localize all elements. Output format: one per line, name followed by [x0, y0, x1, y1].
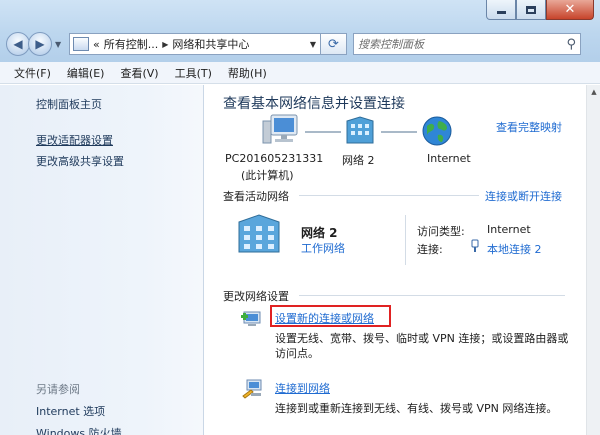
address-dropdown-icon[interactable]: ▼ — [310, 40, 316, 49]
control-panel-home-link[interactable]: 控制面板主页 — [36, 96, 102, 112]
access-type-value: Internet — [487, 223, 531, 236]
see-also-heading: 另请参阅 — [36, 383, 80, 396]
view-full-map-link[interactable]: 查看完整映射 — [496, 119, 562, 135]
refresh-button[interactable]: ⟳ — [321, 33, 347, 55]
control-panel-icon — [73, 37, 89, 51]
arrow-right-icon: ▶ — [35, 37, 45, 51]
breadcrumb-separator-icon[interactable]: ▶ — [162, 40, 168, 49]
connection-line — [305, 131, 341, 133]
globe-icon — [422, 116, 452, 146]
forward-button[interactable]: ▶ — [28, 32, 52, 56]
recent-pages-dropdown[interactable]: ▼ — [55, 40, 65, 49]
address-bar[interactable]: « 所有控制... ▶ 网络和共享中心 ▼ — [69, 33, 321, 55]
minimize-icon — [496, 11, 506, 14]
setup-new-connection-desc: 设置无线、宽带、拨号、临时或 VPN 连接；或设置路由器或访问点。 — [275, 332, 569, 360]
vertical-divider — [405, 215, 406, 265]
search-input[interactable] — [358, 37, 567, 51]
connect-to-network-link[interactable]: 连接到网络 — [275, 380, 330, 396]
connect-network-icon — [242, 379, 262, 399]
network-type-link[interactable]: 工作网络 — [301, 240, 345, 256]
connection-label: 连接: — [417, 243, 443, 256]
node-internet-name: Internet — [427, 152, 471, 165]
menu-bar: 文件(F) 编辑(E) 查看(V) 工具(T) 帮助(H) — [0, 62, 600, 84]
node-computer-sub: (此计算机) — [241, 169, 294, 182]
minimize-button[interactable] — [486, 0, 516, 20]
menu-help[interactable]: 帮助(H) — [228, 65, 267, 81]
ethernet-icon — [471, 239, 479, 252]
menu-edit[interactable]: 编辑(E) — [67, 65, 105, 81]
menu-tools[interactable]: 工具(T) — [175, 65, 212, 81]
node-network-name: 网络 2 — [342, 154, 375, 167]
breadcrumb-control-panel[interactable]: 所有控制... — [104, 36, 159, 52]
back-button[interactable]: ◀ — [6, 32, 30, 56]
caption-buttons: ✕ — [486, 0, 594, 20]
setup-new-connection-link[interactable]: 设置新的连接或网络 — [275, 310, 374, 326]
section-divider — [299, 195, 479, 196]
active-networks-label: 查看活动网络 — [223, 190, 289, 203]
breadcrumb-overflow[interactable]: « — [93, 38, 100, 51]
new-connection-icon — [241, 311, 261, 326]
windows-firewall-link[interactable]: Windows 防火墙 — [36, 425, 122, 435]
main-content: 查看基本网络信息并设置连接 查看完整映射 PC201605231331 (此计算… — [205, 85, 586, 435]
section-divider — [299, 295, 565, 296]
refresh-icon: ⟳ — [328, 36, 339, 52]
menu-view[interactable]: 查看(V) — [120, 65, 158, 81]
page-title: 查看基本网络信息并设置连接 — [223, 96, 405, 112]
window-titlebar: ✕ ◀ ▶ ▼ « 所有控制... ▶ 网络和共享中心 ▼ ⟳ ⚲ — [0, 0, 600, 62]
scroll-up-icon[interactable]: ▲ — [587, 85, 600, 99]
close-button[interactable]: ✕ — [546, 0, 594, 20]
change-settings-label: 更改网络设置 — [223, 290, 289, 303]
active-network-name: 网络 2 — [301, 226, 338, 240]
vertical-scrollbar[interactable]: ▲ — [586, 85, 600, 435]
access-type-label: 访问类型: — [417, 225, 465, 238]
internet-options-link[interactable]: Internet 选项 — [36, 403, 105, 419]
arrow-left-icon: ◀ — [13, 37, 23, 51]
network-building-icon — [238, 214, 280, 253]
connect-disconnect-link[interactable]: 连接或断开连接 — [485, 188, 562, 204]
close-icon: ✕ — [564, 2, 576, 17]
computer-icon — [262, 114, 298, 144]
navigation-bar: ◀ ▶ ▼ « 所有控制... ▶ 网络和共享中心 ▼ ⟳ ⚲ — [6, 30, 594, 58]
connect-to-network-desc: 连接到或重新连接到无线、有线、拨号或 VPN 网络连接。 — [275, 402, 558, 415]
node-computer-name: PC201605231331 — [225, 152, 324, 165]
left-pane: 控制面板主页 更改适配器设置 更改高级共享设置 另请参阅 Internet 选项… — [0, 85, 204, 435]
local-connection-link[interactable]: 本地连接 2 — [487, 241, 542, 257]
search-icon[interactable]: ⚲ — [566, 37, 576, 52]
change-adapter-settings-link[interactable]: 更改适配器设置 — [36, 132, 113, 148]
search-box[interactable]: ⚲ — [353, 33, 581, 55]
change-advanced-sharing-link[interactable]: 更改高级共享设置 — [36, 153, 124, 169]
connection-line — [381, 131, 417, 133]
building-icon — [346, 116, 374, 144]
breadcrumb-network-center[interactable]: 网络和共享中心 — [172, 36, 249, 52]
menu-file[interactable]: 文件(F) — [14, 65, 51, 81]
maximize-icon — [526, 5, 536, 14]
maximize-button[interactable] — [516, 0, 546, 20]
